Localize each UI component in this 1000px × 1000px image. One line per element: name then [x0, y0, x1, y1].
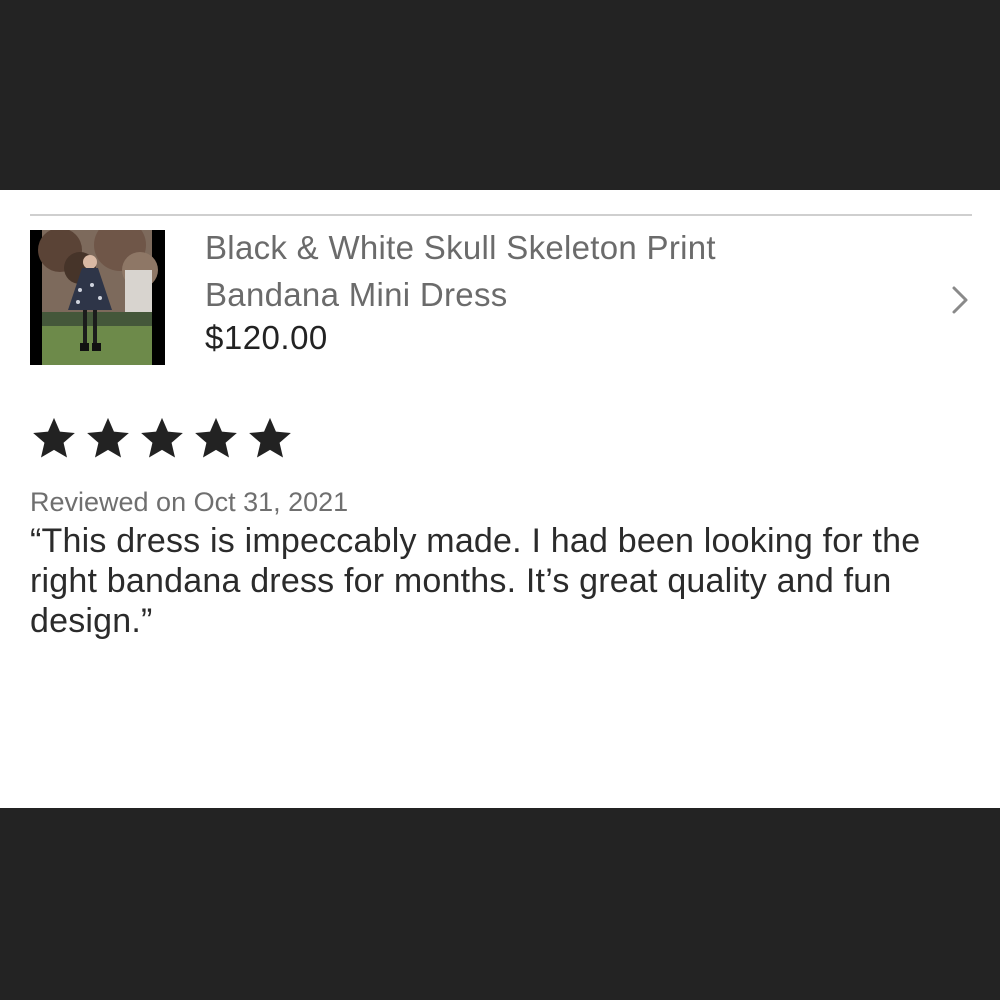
product-thumbnail[interactable]	[30, 230, 165, 365]
star-icon	[33, 417, 75, 458]
star-icon	[87, 417, 129, 458]
review-text: “This dress is impeccably made. I had be…	[30, 522, 921, 640]
listing-title-line-1: Black & White Skull Skeleton Print	[205, 229, 716, 266]
listing-title-line-2: Bandana Mini Dress	[205, 276, 508, 313]
star-rating	[30, 416, 294, 460]
divider	[30, 214, 972, 216]
dress-photo	[30, 230, 165, 365]
review-date: Reviewed on Oct 31, 2021	[30, 487, 349, 517]
chevron-right-icon[interactable]	[946, 280, 974, 320]
listing-row[interactable]: Black & White Skull Skeleton Print Banda…	[0, 229, 1000, 370]
screenshot-frame: Black & White Skull Skeleton Print Banda…	[0, 0, 1000, 1000]
listing-price: $120.00	[205, 319, 328, 356]
star-icon	[141, 417, 183, 458]
review-card: Black & White Skull Skeleton Print Banda…	[0, 190, 1000, 808]
star-icon	[249, 417, 291, 458]
listing-title[interactable]: Black & White Skull Skeleton Print Banda…	[205, 224, 905, 318]
star-icon	[195, 417, 237, 458]
